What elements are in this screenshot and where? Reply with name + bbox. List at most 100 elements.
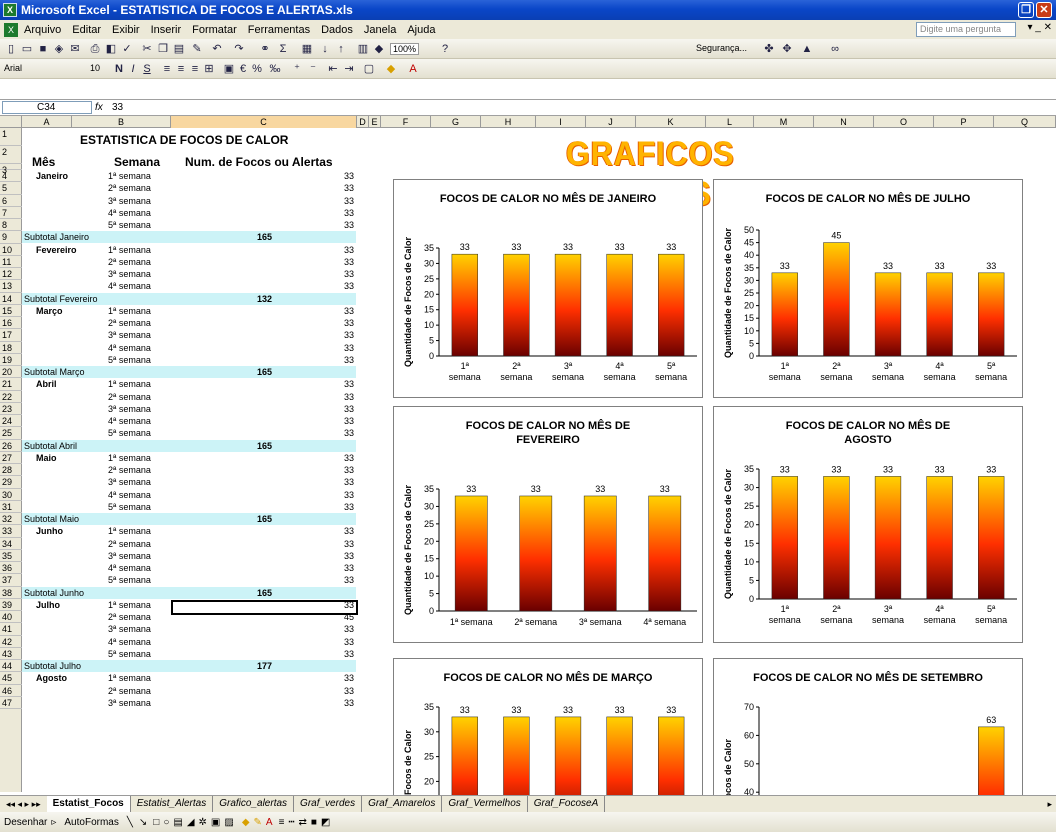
- week-cell[interactable]: 4ª semana: [108, 489, 151, 501]
- col-header-b[interactable]: B: [72, 116, 171, 128]
- copy-icon[interactable]: ❐: [156, 42, 170, 56]
- week-cell[interactable]: 4ª semana: [108, 342, 151, 354]
- value-cell[interactable]: 33: [300, 391, 354, 403]
- row-header[interactable]: 10: [0, 244, 22, 256]
- font-color-icon[interactable]: A: [406, 62, 420, 76]
- col-header-c[interactable]: C: [171, 116, 357, 128]
- month-cell[interactable]: Agosto: [36, 672, 67, 684]
- function-icon[interactable]: ▦: [300, 42, 314, 56]
- increase-decimal-icon[interactable]: ⁺: [290, 62, 304, 76]
- zoom-select[interactable]: 100%: [390, 43, 420, 55]
- subtotal-value[interactable]: 132: [257, 293, 272, 305]
- week-cell[interactable]: 1ª semana: [108, 672, 151, 684]
- value-cell[interactable]: 33: [300, 403, 354, 415]
- row-header[interactable]: 24: [0, 415, 22, 428]
- close-icon[interactable]: ✕: [1036, 2, 1052, 18]
- value-cell[interactable]: 33: [300, 280, 354, 292]
- subtotal-value[interactable]: 177: [257, 660, 272, 672]
- value-cell[interactable]: 33: [300, 219, 354, 231]
- menu-janela[interactable]: Janela: [364, 24, 396, 36]
- restore-icon[interactable]: ❐: [1018, 2, 1034, 18]
- help-question-input[interactable]: Digite uma pergunta: [916, 22, 1016, 37]
- undo-icon[interactable]: ↶: [210, 42, 224, 56]
- tab-graf-vermelhos[interactable]: Graf_Vermelhos: [442, 796, 528, 812]
- draw-fill-color-icon[interactable]: ◆: [242, 817, 250, 828]
- row-header[interactable]: 29: [0, 476, 22, 489]
- row-header[interactable]: 46: [0, 685, 22, 697]
- oval-icon[interactable]: ○: [163, 817, 169, 828]
- underline-icon[interactable]: S: [140, 62, 154, 76]
- tab-graf-verdes[interactable]: Graf_verdes: [294, 796, 363, 812]
- col-header-h[interactable]: H: [481, 116, 536, 128]
- menu-dados[interactable]: Dados: [321, 24, 353, 36]
- value-cell[interactable]: 33: [300, 636, 354, 648]
- print-preview-icon[interactable]: ◧: [104, 42, 118, 56]
- chart-marco[interactable]: FOCOS DE CALOR NO MÊS DE MARÇO 101520253…: [393, 658, 703, 798]
- week-cell[interactable]: 2ª semana: [108, 685, 151, 697]
- subtotal-value[interactable]: 165: [257, 440, 272, 452]
- col-header-o[interactable]: O: [874, 116, 934, 128]
- security-button[interactable]: Segurança...: [696, 43, 747, 53]
- menu-inserir[interactable]: Inserir: [151, 24, 182, 36]
- row-header[interactable]: 20: [0, 366, 22, 379]
- row-header[interactable]: 47: [0, 697, 22, 709]
- row-header[interactable]: 43: [0, 648, 22, 660]
- col-header-j[interactable]: J: [586, 116, 636, 128]
- chart-agosto[interactable]: FOCOS DE CALOR NO MÊS DE AGOSTO 0 5 10 15 20…: [713, 406, 1023, 643]
- subtotal-label[interactable]: Subtotal Maio: [24, 513, 79, 525]
- chart-fevereiro[interactable]: FOCOS DE CALOR NO MÊS DE FEVEREIRO 0 5 10 1…: [393, 406, 703, 643]
- value-cell[interactable]: 33: [300, 305, 354, 317]
- week-cell[interactable]: 4ª semana: [108, 562, 151, 574]
- textbox-icon[interactable]: ▤: [173, 817, 182, 828]
- subtotal-value[interactable]: 165: [257, 366, 272, 378]
- week-cell[interactable]: 3ª semana: [108, 403, 151, 415]
- week-cell[interactable]: 5ª semana: [108, 354, 151, 366]
- week-cell[interactable]: 2ª semana: [108, 256, 151, 268]
- row-header[interactable]: 39: [0, 599, 22, 611]
- week-cell[interactable]: 3ª semana: [108, 623, 151, 635]
- subtotal-label[interactable]: Subtotal Fevereiro: [24, 293, 98, 305]
- design-mode-icon[interactable]: ✥: [780, 42, 794, 56]
- autosum-icon[interactable]: Σ: [276, 42, 290, 56]
- row-header[interactable]: 16: [0, 317, 22, 330]
- row-header[interactable]: 36: [0, 562, 22, 575]
- value-cell[interactable]: 33: [300, 244, 354, 256]
- spelling-icon[interactable]: ✓: [120, 42, 134, 56]
- value-cell[interactable]: 33: [300, 672, 354, 684]
- week-cell[interactable]: 1ª semana: [108, 599, 151, 611]
- menu-exibir[interactable]: Exibir: [112, 24, 140, 36]
- menu-arquivo[interactable]: Arquivo: [24, 24, 61, 36]
- 3d-icon[interactable]: ◩: [321, 817, 330, 828]
- name-box[interactable]: C34: [2, 101, 92, 114]
- row-header[interactable]: 45: [0, 672, 22, 685]
- col-header-q[interactable]: Q: [994, 116, 1056, 128]
- sort-desc-icon[interactable]: ↑: [334, 42, 348, 56]
- horizontal-scroll-icon[interactable]: ▸: [1047, 799, 1052, 810]
- arrow-style-icon[interactable]: ⇄: [298, 817, 306, 828]
- value-cell[interactable]: 33: [300, 170, 354, 182]
- value-cell[interactable]: 33: [300, 342, 354, 354]
- chart-julho[interactable]: FOCOS DE CALOR NO MÊS DE JULHO 0 5 10 15 20 2…: [713, 179, 1023, 398]
- value-cell[interactable]: 33: [300, 452, 354, 464]
- month-cell[interactable]: Abril: [36, 378, 57, 390]
- week-cell[interactable]: 1ª semana: [108, 170, 151, 182]
- col-header-k[interactable]: K: [636, 116, 706, 128]
- borders-icon[interactable]: ▢: [362, 62, 376, 76]
- wordart-icon[interactable]: ◢: [187, 817, 195, 828]
- value-cell[interactable]: 33: [300, 354, 354, 366]
- row-header[interactable]: 35: [0, 550, 22, 562]
- col-header-g[interactable]: G: [431, 116, 481, 128]
- row-header[interactable]: 14: [0, 293, 22, 305]
- week-cell[interactable]: 5ª semana: [108, 427, 151, 439]
- week-cell[interactable]: 2ª semana: [108, 317, 151, 329]
- week-cell[interactable]: 4ª semana: [108, 415, 151, 427]
- row-header[interactable]: 32: [0, 513, 22, 526]
- tab-estatist-alertas[interactable]: Estatist_Alertas: [131, 796, 214, 812]
- value-cell[interactable]: 33: [300, 207, 354, 219]
- week-cell[interactable]: 1ª semana: [108, 525, 151, 537]
- percent-icon[interactable]: %: [250, 62, 264, 76]
- week-cell[interactable]: 1ª semana: [108, 244, 151, 256]
- currency-icon[interactable]: ▣: [222, 62, 236, 76]
- email-icon[interactable]: ✉: [68, 42, 82, 56]
- row-header[interactable]: 11: [0, 256, 22, 268]
